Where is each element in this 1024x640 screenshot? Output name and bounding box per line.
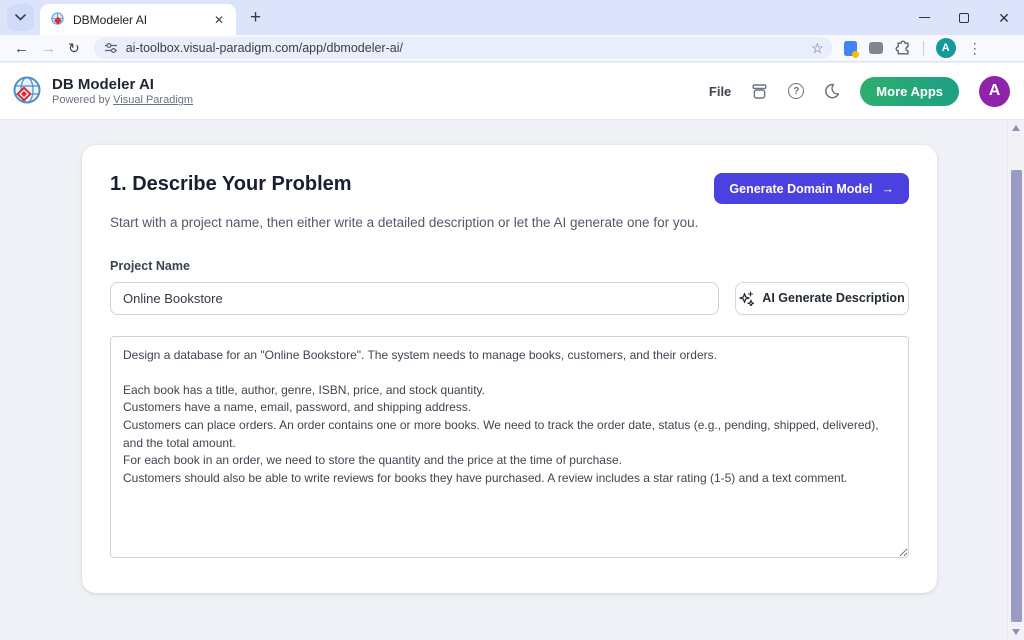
toolbar-divider — [923, 41, 924, 56]
brand: DB Modeler AI Powered by Visual Paradigm — [10, 75, 193, 108]
powered-by-prefix: Powered by — [52, 94, 113, 106]
maximize-icon — [959, 13, 969, 23]
site-settings-icon[interactable] — [104, 41, 118, 55]
window-close-button[interactable]: ✕ — [984, 0, 1024, 35]
chevron-down-icon — [15, 14, 26, 21]
generate-button-label: Generate Domain Model — [729, 182, 872, 196]
address-bar[interactable]: ai-toolbox.visual-paradigm.com/app/dbmod… — [94, 37, 832, 59]
help-question-glyph: ? — [788, 83, 804, 99]
powered-by: Powered by Visual Paradigm — [52, 94, 193, 106]
sparkles-icon — [739, 291, 754, 306]
project-name-input[interactable] — [110, 282, 719, 315]
visual-paradigm-link[interactable]: Visual Paradigm — [113, 94, 193, 106]
section-subtitle: Start with a project name, then either w… — [110, 213, 710, 234]
extension-doc-icon[interactable] — [844, 41, 857, 56]
tab-close-icon[interactable]: ✕ — [210, 11, 228, 29]
user-avatar[interactable]: A — [979, 76, 1010, 107]
window-controls: ✕ — [904, 0, 1024, 35]
window-maximize-button[interactable] — [944, 0, 984, 35]
browser-toolbar: ← → ↻ ai-toolbox.visual-paradigm.com/app… — [0, 35, 1024, 62]
project-name-label: Project Name — [110, 259, 909, 273]
arrow-right-icon: → — [882, 182, 895, 196]
new-tab-button[interactable]: + — [250, 8, 261, 27]
ai-generate-description-button[interactable]: AI Generate Description — [735, 282, 909, 315]
describe-problem-card: 1. Describe Your Problem Generate Domain… — [82, 145, 937, 593]
reload-button[interactable]: ↻ — [62, 39, 86, 57]
app-title: DB Modeler AI — [52, 76, 193, 95]
page-content: 1. Describe Your Problem Generate Domain… — [0, 120, 1007, 640]
browser-tab-active[interactable]: DBModeler AI ✕ — [40, 4, 236, 35]
scrollbar-down-arrow-icon[interactable] — [1012, 629, 1020, 635]
archive-icon[interactable] — [751, 83, 768, 100]
scrollbar-up-arrow-icon[interactable] — [1012, 125, 1020, 131]
help-icon[interactable]: ? — [788, 83, 804, 99]
extensions-puzzle-icon[interactable] — [895, 40, 911, 56]
minimize-icon — [919, 17, 930, 18]
browser-tabstrip: DBModeler AI ✕ + ✕ — [0, 0, 1024, 35]
extension-chat-icon[interactable] — [869, 42, 883, 54]
tab-title: DBModeler AI — [73, 13, 210, 27]
bookmark-star-icon[interactable]: ☆ — [811, 41, 824, 55]
back-button[interactable]: ← — [8, 39, 35, 58]
app-logo-icon — [10, 75, 43, 108]
file-menu[interactable]: File — [709, 84, 731, 99]
site-favicon — [50, 12, 65, 27]
header-actions: File ? More Apps A — [709, 76, 1010, 107]
close-icon: ✕ — [998, 11, 1010, 25]
scrollbar-thumb[interactable] — [1011, 170, 1022, 622]
url-text[interactable]: ai-toolbox.visual-paradigm.com/app/dbmod… — [126, 41, 811, 55]
app-header: DB Modeler AI Powered by Visual Paradigm… — [0, 63, 1024, 120]
tab-search-button[interactable] — [7, 4, 34, 31]
section-title: 1. Describe Your Problem — [110, 173, 352, 196]
browser-menu-icon[interactable]: ⋮ — [968, 41, 982, 55]
brand-text: DB Modeler AI Powered by Visual Paradigm — [52, 76, 193, 107]
page-scrollbar[interactable] — [1007, 120, 1024, 640]
toolbar-right: A ⋮ — [844, 38, 982, 58]
ai-generate-label: AI Generate Description — [762, 291, 904, 305]
window-minimize-button[interactable] — [904, 0, 944, 35]
generate-domain-model-button[interactable]: Generate Domain Model → — [714, 173, 909, 204]
browser-profile-avatar[interactable]: A — [936, 38, 956, 58]
more-apps-button[interactable]: More Apps — [860, 77, 959, 106]
dark-mode-moon-icon[interactable] — [824, 83, 840, 99]
forward-button[interactable]: → — [35, 39, 62, 58]
problem-description-textarea[interactable]: Design a database for an "Online Booksto… — [110, 336, 909, 558]
